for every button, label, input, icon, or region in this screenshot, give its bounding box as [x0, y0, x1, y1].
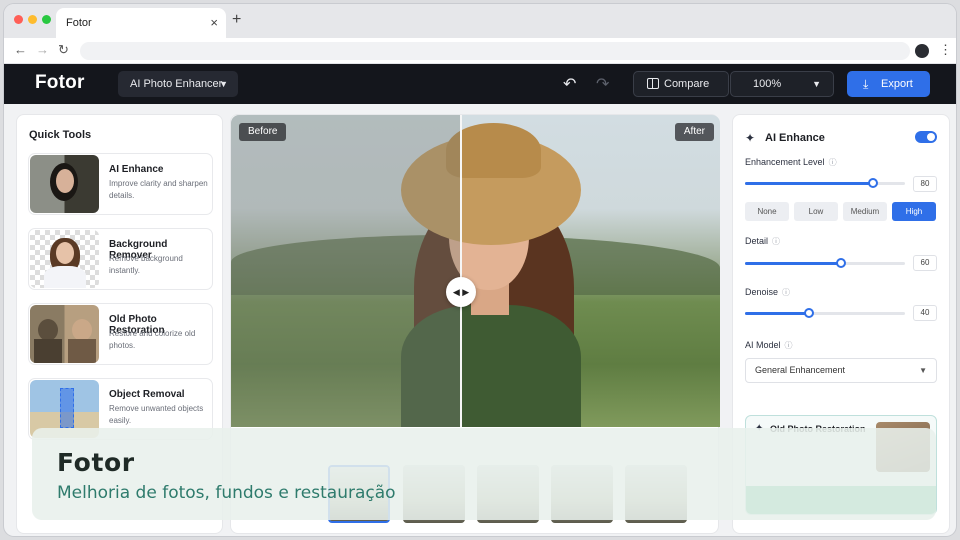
- comparison-photo[interactable]: ◀ ▶ Before After: [231, 115, 720, 427]
- tool-card-background-remover[interactable]: Background Remover Remove background ins…: [28, 228, 213, 290]
- quick-tools-title: Quick Tools: [29, 129, 92, 141]
- detail-value[interactable]: 60: [913, 255, 937, 271]
- old-photo-thumbnail: [30, 305, 99, 363]
- ai-model-select[interactable]: General Enhancement ▼: [745, 358, 937, 383]
- tool-select-dropdown[interactable]: AI Photo Enhancer ▼: [118, 71, 238, 97]
- caption-title: Fotor: [57, 448, 135, 477]
- denoise-slider-knob[interactable]: [804, 308, 814, 318]
- tool-name: AI Enhance: [109, 164, 164, 175]
- url-input[interactable]: [80, 42, 910, 60]
- address-bar-row: ← → ↻ ⋮: [4, 38, 956, 64]
- ai-enhance-thumbnail: [30, 155, 99, 213]
- reload-icon[interactable]: ↻: [58, 42, 69, 58]
- tool-description: Restore and colorize old photos.: [109, 329, 196, 350]
- settings-title: AI Enhance: [765, 132, 825, 144]
- before-label: Before: [239, 123, 287, 141]
- undo-icon[interactable]: ↶: [563, 74, 576, 94]
- tool-card-ai-enhance[interactable]: AI Enhance Improve clarity and sharpen d…: [28, 153, 213, 215]
- tool-description: Remove background instantly.: [109, 254, 183, 275]
- compare-icon: [647, 78, 659, 89]
- compare-handle-icon[interactable]: ◀ ▶: [446, 277, 476, 307]
- tab-close-icon[interactable]: ×: [210, 15, 218, 30]
- enhancement-level-label: Enhancement Level ⓘ: [745, 157, 837, 168]
- denoise-value[interactable]: 40: [913, 305, 937, 321]
- app-logo[interactable]: Fotor: [35, 72, 85, 94]
- compare-divider[interactable]: [460, 115, 462, 427]
- denoise-slider[interactable]: [745, 308, 905, 318]
- detail-label: Detail ⓘ: [745, 236, 780, 247]
- download-icon: ⤓: [863, 77, 869, 91]
- browser-tab-title: Fotor: [66, 17, 92, 29]
- background-remover-thumbnail: [30, 230, 99, 288]
- level-medium[interactable]: Medium: [843, 202, 887, 221]
- tool-select-label: AI Photo Enhancer: [130, 78, 223, 90]
- minimize-window-icon[interactable]: [28, 15, 37, 24]
- info-icon[interactable]: ⓘ: [785, 341, 793, 350]
- back-icon[interactable]: ←: [14, 42, 27, 57]
- denoise-text: Denoise: [745, 287, 779, 297]
- denoise-slider-fill: [745, 312, 809, 315]
- browser-tab-bar: Fotor × +: [4, 4, 956, 38]
- level-none[interactable]: None: [745, 202, 789, 221]
- chevron-down-icon: ▼: [919, 366, 927, 375]
- info-icon[interactable]: ⓘ: [772, 237, 780, 246]
- app-toolbar: Fotor AI Photo Enhancer ▼ ↶ ↷ Compare 10…: [4, 64, 956, 104]
- profile-avatar[interactable]: [915, 44, 929, 58]
- detail-text: Detail: [745, 236, 769, 246]
- ai-model-text: AI Model: [745, 340, 781, 350]
- enhancement-slider-knob[interactable]: [868, 178, 878, 188]
- level-low[interactable]: Low: [794, 202, 838, 221]
- chevron-down-icon: ▼: [219, 79, 228, 89]
- enhancement-slider[interactable]: [745, 178, 905, 188]
- info-icon[interactable]: ⓘ: [829, 158, 837, 167]
- forward-icon[interactable]: →: [36, 42, 49, 57]
- zoom-dropdown[interactable]: 100% ▼: [730, 71, 834, 97]
- tool-name: Object Removal: [109, 389, 185, 400]
- detail-slider-fill: [745, 262, 841, 265]
- maximize-window-icon[interactable]: [42, 15, 51, 24]
- caption-overlay: Fotor Melhoria de fotos, fundos e restau…: [32, 428, 936, 520]
- close-window-icon[interactable]: [14, 15, 23, 24]
- ai-model-value: General Enhancement: [755, 365, 846, 375]
- chevron-down-icon: ▼: [812, 79, 821, 89]
- tool-description: Improve clarity and sharpen details.: [109, 179, 208, 200]
- new-tab-icon[interactable]: +: [232, 11, 241, 29]
- ai-enhance-toggle[interactable]: [915, 131, 937, 143]
- browser-tab[interactable]: Fotor ×: [56, 8, 226, 38]
- level-high[interactable]: High: [892, 202, 936, 221]
- info-icon[interactable]: ⓘ: [782, 288, 790, 297]
- ai-model-label: AI Model ⓘ: [745, 340, 793, 351]
- sparkle-icon: ✦: [745, 131, 756, 145]
- redo-icon[interactable]: ↷: [596, 74, 609, 94]
- zoom-value: 100%: [753, 78, 782, 90]
- browser-window: Fotor × + ← → ↻ ⋮ Fotor AI Photo Enhance…: [4, 4, 956, 536]
- tool-description: Remove unwanted objects easily.: [109, 404, 204, 425]
- enhancement-value[interactable]: 80: [913, 176, 937, 192]
- detail-slider-knob[interactable]: [836, 258, 846, 268]
- compare-label: Compare: [664, 78, 710, 90]
- after-label: After: [674, 123, 714, 141]
- caption-subtitle: Melhoria de fotos, fundos e restauração: [57, 483, 396, 503]
- before-half-overlay: [231, 115, 461, 427]
- enhancement-slider-fill: [745, 182, 873, 185]
- enhancement-level-text: Enhancement Level: [745, 157, 825, 167]
- export-button[interactable]: ⤓ Export: [847, 71, 930, 97]
- detail-slider[interactable]: [745, 258, 905, 268]
- compare-button[interactable]: Compare: [633, 71, 729, 97]
- browser-menu-icon[interactable]: ⋮: [939, 42, 952, 58]
- denoise-label: Denoise ⓘ: [745, 287, 790, 298]
- tool-card-old-photo-restoration[interactable]: Old Photo Restoration Restore and colori…: [28, 303, 213, 365]
- export-label: Export: [881, 78, 913, 90]
